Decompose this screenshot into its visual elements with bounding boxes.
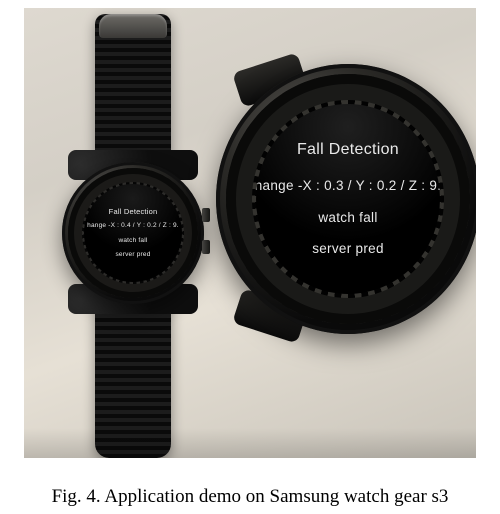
- figure-photo: Fall Detection hange -X : 0.4 / Y : 0.2 …: [24, 8, 476, 458]
- app-title: Fall Detection: [109, 208, 158, 216]
- watch-case-left: Fall Detection hange -X : 0.4 / Y : 0.2 …: [62, 162, 204, 304]
- watch-left: Fall Detection hange -X : 0.4 / Y : 0.2 …: [40, 14, 226, 454]
- server-pred-label: server pred: [312, 242, 384, 256]
- sensor-readout: hange -X : 0.4 / Y : 0.2 / Z : 9.: [87, 223, 179, 230]
- figure-caption: Fig. 4. Application demo on Samsung watc…: [0, 486, 500, 508]
- watch-button-upper: [202, 208, 210, 222]
- sensor-readout: hange -X : 0.3 / Y : 0.2 / Z : 9.: [256, 179, 440, 193]
- watch-fall-label: watch fall: [318, 211, 377, 225]
- watch-fall-label: watch fall: [118, 238, 147, 245]
- server-pred-label: server pred: [115, 252, 150, 259]
- watch-screen-left: Fall Detection hange -X : 0.4 / Y : 0.2 …: [84, 184, 182, 282]
- app-title: Fall Detection: [297, 142, 399, 158]
- watch-screen-right: Fall Detection hange -X : 0.3 / Y : 0.2 …: [256, 104, 440, 294]
- watch-right-inset: Fall Detection hange -X : 0.3 / Y : 0.2 …: [216, 64, 476, 334]
- watch-button-lower: [202, 240, 210, 254]
- watch-strap-bottom: [95, 292, 171, 458]
- watch-buckle: [99, 14, 167, 38]
